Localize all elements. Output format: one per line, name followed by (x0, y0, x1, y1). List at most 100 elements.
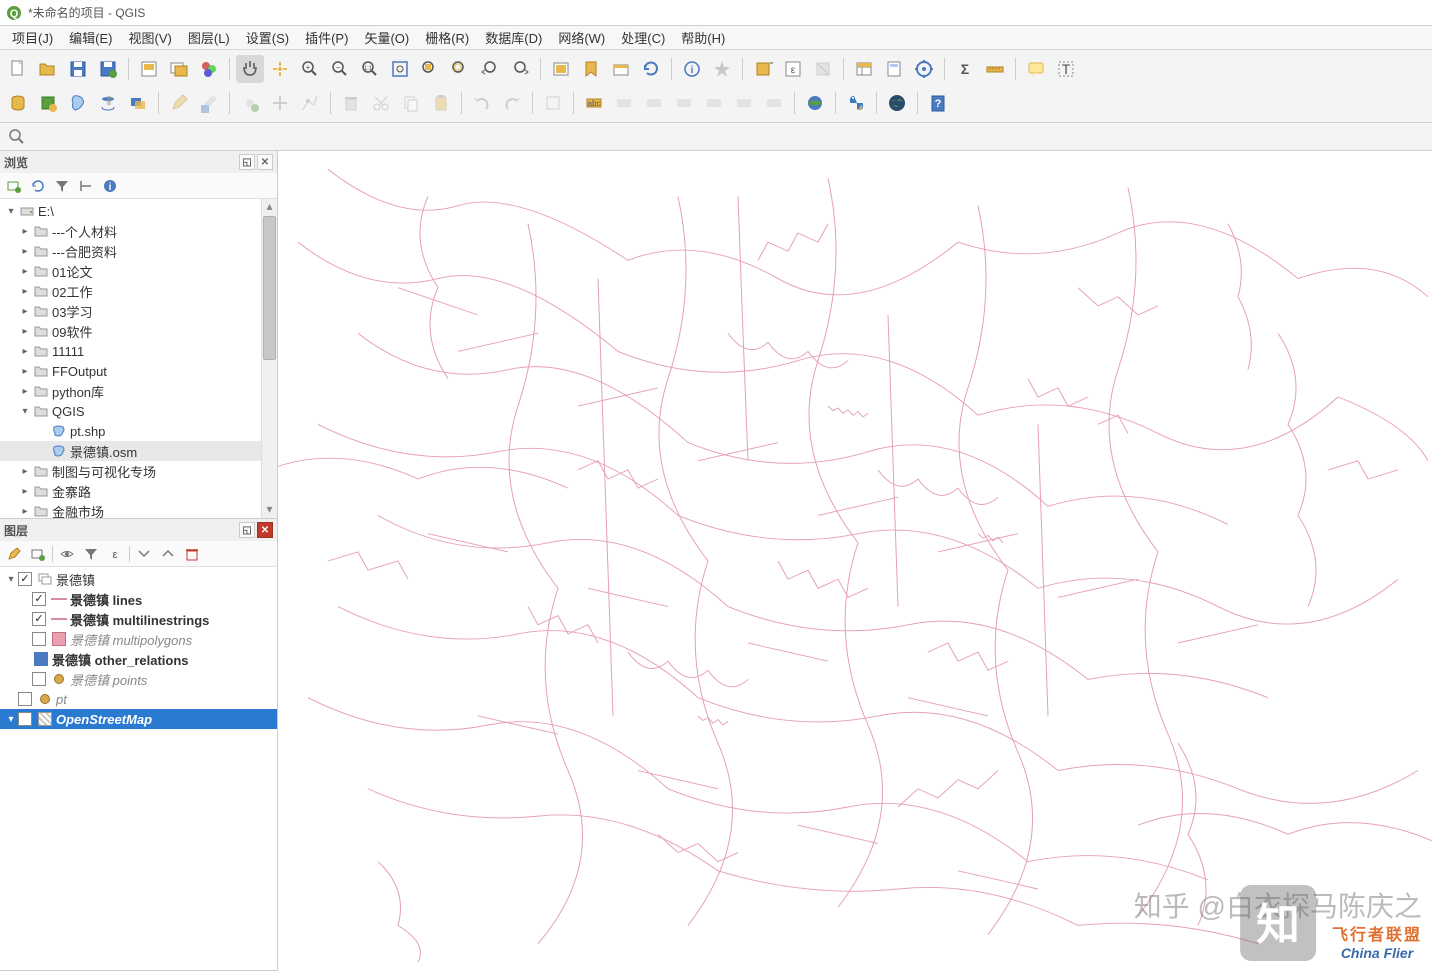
browser-close-icon[interactable]: ✕ (257, 154, 273, 170)
browser-item[interactable]: ▸---个人材料 (0, 221, 261, 241)
menu-web[interactable]: 网络(W) (550, 25, 613, 50)
layers-remove-icon[interactable] (182, 544, 202, 564)
browser-refresh-icon[interactable] (28, 176, 48, 196)
menu-raster[interactable]: 栅格(R) (417, 25, 477, 50)
new-spatialite-icon[interactable] (94, 89, 122, 117)
toggle-editing-icon[interactable] (165, 89, 193, 117)
processing-toolbox-icon[interactable] (910, 55, 938, 83)
new-map-view-icon[interactable] (547, 55, 575, 83)
browser-add-icon[interactable] (4, 176, 24, 196)
browser-undock-icon[interactable]: ◱ (239, 154, 255, 170)
layout-manager-icon[interactable] (165, 55, 193, 83)
zoom-native-icon[interactable]: 1:1 (356, 55, 384, 83)
layer-checkbox[interactable] (18, 692, 32, 706)
label-change-icon[interactable] (760, 89, 788, 117)
layers-add-group-icon[interactable] (28, 544, 48, 564)
layers-expand-icon[interactable] (134, 544, 154, 564)
new-shapefile-icon[interactable] (64, 89, 92, 117)
layer-item[interactable]: 景德镇 other_relations (0, 649, 277, 669)
layer-checkbox[interactable] (18, 712, 32, 726)
layer-item[interactable]: 景德镇 multilinestrings (0, 609, 277, 629)
new-virtual-layer-icon[interactable] (124, 89, 152, 117)
layers-filter-icon[interactable] (81, 544, 101, 564)
browser-item[interactable]: ▸金寨路 (0, 481, 261, 501)
browser-item[interactable]: ▸03学习 (0, 301, 261, 321)
save-as-icon[interactable] (94, 55, 122, 83)
plugin-globe-icon[interactable] (883, 89, 911, 117)
data-source-manager-icon[interactable] (4, 89, 32, 117)
browser-item[interactable]: ▸金融市场 (0, 501, 261, 518)
layer-checkbox[interactable] (32, 592, 46, 606)
new-project-icon[interactable] (4, 55, 32, 83)
new-bookmark-icon[interactable] (577, 55, 605, 83)
menu-processing[interactable]: 处理(C) (613, 25, 673, 50)
browser-item[interactable]: ▸11111 (0, 341, 261, 361)
layer-item[interactable]: 景德镇 lines (0, 589, 277, 609)
style-manager-icon[interactable] (195, 55, 223, 83)
menu-plugins[interactable]: 插件(P) (297, 25, 356, 50)
menu-layer[interactable]: 图层(L) (180, 25, 238, 50)
cut-features-icon[interactable] (367, 89, 395, 117)
browser-item[interactable]: ▾E:\ (0, 201, 261, 221)
print-layout-icon[interactable] (135, 55, 163, 83)
field-calculator-icon[interactable] (880, 55, 908, 83)
label-toolbar-icon[interactable]: abc (580, 89, 608, 117)
browser-item[interactable]: ▸01论文 (0, 261, 261, 281)
paste-features-icon[interactable] (427, 89, 455, 117)
layer-item[interactable]: 景德镇 multipolygons (0, 629, 277, 649)
zoom-to-layer-icon[interactable] (446, 55, 474, 83)
add-feature-icon[interactable] (236, 89, 264, 117)
select-features-icon[interactable] (749, 55, 777, 83)
browser-properties-icon[interactable]: i (100, 176, 120, 196)
browser-item[interactable]: ▸制图与可视化专场 (0, 461, 261, 481)
temporal-icon[interactable] (607, 55, 635, 83)
refresh-icon[interactable] (637, 55, 665, 83)
label-pin-icon[interactable] (640, 89, 668, 117)
measure-icon[interactable] (981, 55, 1009, 83)
browser-tree[interactable]: ▾E:\▸---个人材料▸---合肥资料▸01论文▸02工作▸03学习▸09软件… (0, 199, 261, 518)
label-config-icon[interactable] (610, 89, 638, 117)
menu-project[interactable]: 项目(J) (4, 25, 61, 50)
menu-view[interactable]: 视图(V) (121, 25, 180, 50)
browser-item[interactable]: pt.shp (0, 421, 261, 441)
browser-item[interactable]: ▸---合肥资料 (0, 241, 261, 261)
browser-collapse-icon[interactable] (76, 176, 96, 196)
layers-undock-icon[interactable]: ◱ (239, 522, 255, 538)
layers-tree[interactable]: ▾景德镇景德镇 lines景德镇 multilinestrings景德镇 mul… (0, 567, 277, 970)
redo-icon[interactable] (498, 89, 526, 117)
layers-collapse-icon[interactable] (158, 544, 178, 564)
label-show-icon[interactable] (670, 89, 698, 117)
label-move-icon[interactable] (700, 89, 728, 117)
layer-item[interactable]: 景德镇 points (0, 669, 277, 689)
menu-database[interactable]: 数据库(D) (477, 25, 550, 50)
menu-vector[interactable]: 矢量(O) (356, 25, 417, 50)
save-edits-icon[interactable] (195, 89, 223, 117)
layers-panel-header[interactable]: 图层 ◱ ✕ (0, 519, 277, 541)
browser-item[interactable]: ▸02工作 (0, 281, 261, 301)
zoom-next-icon[interactable] (506, 55, 534, 83)
layer-checkbox[interactable] (18, 572, 32, 586)
open-project-icon[interactable] (34, 55, 62, 83)
label-rotate-icon[interactable] (730, 89, 758, 117)
browser-item[interactable]: ▸python库 (0, 381, 261, 401)
move-feature-icon[interactable] (266, 89, 294, 117)
menu-edit[interactable]: 编辑(E) (61, 25, 120, 50)
node-tool-icon[interactable] (296, 89, 324, 117)
browser-item[interactable]: ▸09软件 (0, 321, 261, 341)
statistical-summary-icon[interactable]: Σ (951, 55, 979, 83)
pan-icon[interactable] (236, 55, 264, 83)
layer-item[interactable]: pt (0, 689, 277, 709)
python-console-icon[interactable] (842, 89, 870, 117)
layer-checkbox[interactable] (32, 672, 46, 686)
help-icon[interactable]: ? (924, 89, 952, 117)
deselect-icon[interactable] (809, 55, 837, 83)
map-tips-icon[interactable] (1022, 55, 1050, 83)
menu-settings[interactable]: 设置(S) (238, 25, 297, 50)
text-annotation-icon[interactable]: T (1052, 55, 1080, 83)
pan-to-selection-icon[interactable] (266, 55, 294, 83)
zoom-to-selection-icon[interactable] (416, 55, 444, 83)
zoom-out-icon[interactable]: − (326, 55, 354, 83)
zoom-last-icon[interactable] (476, 55, 504, 83)
open-attribute-table-icon[interactable] (850, 55, 878, 83)
digitize-shape-icon[interactable] (539, 89, 567, 117)
